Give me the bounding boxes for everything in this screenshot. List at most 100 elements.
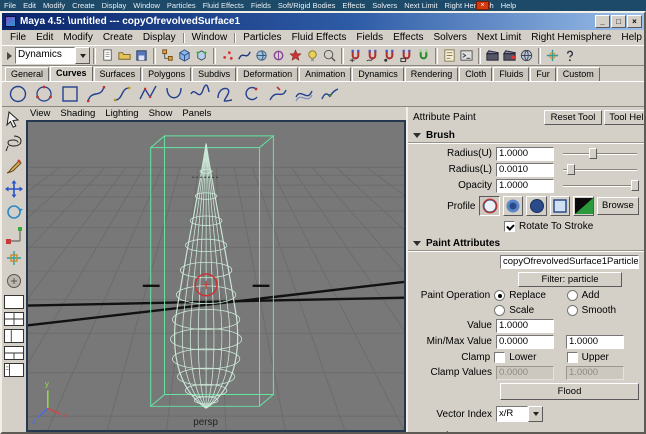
bg-menu-item[interactable]: Create — [72, 1, 95, 10]
mask-dynamics-icon[interactable] — [287, 47, 304, 64]
tool-help-button[interactable]: Tool Help — [604, 110, 644, 125]
radio-icon[interactable] — [566, 304, 578, 316]
paint-attribute-field[interactable]: copyOfrevolvedSurface1ParticleShape.goal… — [500, 255, 639, 269]
bg-menu-item[interactable]: File — [4, 1, 16, 10]
bg-menu-item[interactable]: Edit — [23, 1, 36, 10]
ipr-render-icon[interactable] — [501, 47, 518, 64]
layout-two-pane-button[interactable] — [4, 329, 24, 343]
layout-four-pane-button[interactable] — [4, 312, 24, 326]
scale-tool-icon[interactable] — [3, 224, 25, 246]
shelf-tab-surfaces[interactable]: Surfaces — [93, 67, 142, 81]
paint-op-scale[interactable]: Scale — [494, 304, 566, 316]
menu-display[interactable]: Display — [138, 32, 181, 43]
shelf-tab-curves[interactable]: Curves — [50, 66, 93, 81]
open-scene-icon[interactable] — [116, 47, 133, 64]
cv-curve-tool-icon[interactable] — [84, 82, 108, 106]
bg-menu-item[interactable]: Window — [133, 1, 160, 10]
select-object-icon[interactable] — [176, 47, 193, 64]
checkbox-icon[interactable] — [494, 351, 506, 363]
quick-help-icon[interactable] — [561, 47, 578, 64]
mask-curves-icon[interactable] — [236, 47, 253, 64]
menu-modify[interactable]: Modify — [58, 32, 97, 43]
chevron-down-icon[interactable] — [75, 47, 90, 64]
clamp-upper[interactable]: Upper — [566, 351, 639, 363]
rotate-tool-icon[interactable] — [3, 201, 25, 223]
square-tool-icon[interactable] — [58, 82, 82, 106]
vector-index-dropdown[interactable]: x/R — [496, 406, 543, 422]
filter-particle-button[interactable]: Filter: particle — [518, 271, 622, 287]
bg-menu-item[interactable]: Particles — [167, 1, 196, 10]
last-tool-icon[interactable] — [3, 270, 25, 292]
new-scene-icon[interactable] — [99, 47, 116, 64]
menu-edit[interactable]: Edit — [31, 32, 58, 43]
mask-deformations-icon[interactable] — [270, 47, 287, 64]
menu-right-hemisphere[interactable]: Right Hemisphere — [526, 32, 616, 43]
bg-menu-item[interactable]: Display — [102, 1, 127, 10]
maximize-icon[interactable]: □ — [611, 15, 626, 28]
value-field[interactable]: 1.0000 — [496, 318, 554, 333]
shelf-tab-cloth[interactable]: Cloth — [459, 67, 493, 81]
slider-thumb[interactable] — [588, 147, 597, 159]
mask-surfaces-icon[interactable] — [253, 47, 270, 64]
shelf-tab-fluids[interactable]: Fluids — [493, 67, 530, 81]
menu-create[interactable]: Create — [98, 32, 138, 43]
select-hierarchy-icon[interactable] — [159, 47, 176, 64]
menu-set-dropdown[interactable]: Dynamics — [15, 47, 90, 64]
stroke-section-header[interactable]: Stroke — [408, 430, 644, 432]
menu-solvers[interactable]: Solvers — [428, 32, 471, 43]
detach-curves-tool-icon[interactable] — [318, 82, 342, 106]
construction-history-icon[interactable] — [441, 47, 458, 64]
viewport-menu-view[interactable]: View — [30, 108, 56, 119]
viewport-menu-show[interactable]: Show — [149, 108, 179, 119]
browse-button[interactable]: Browse — [596, 197, 639, 215]
viewport-menu-shading[interactable]: Shading — [60, 108, 101, 119]
paint-op-add[interactable]: Add — [566, 289, 639, 301]
rotate-to-stroke-checkbox[interactable] — [504, 221, 515, 232]
brush-profile-soft[interactable] — [479, 196, 500, 216]
checkbox-icon[interactable] — [566, 351, 578, 363]
menu-help[interactable]: Help — [616, 32, 646, 43]
bg-menu-item[interactable]: Solvers — [372, 1, 397, 10]
bg-menu-item[interactable]: Modify — [43, 1, 65, 10]
bg-menu-item[interactable]: Fluid Effects — [203, 1, 244, 10]
viewport-menu-lighting[interactable]: Lighting — [105, 108, 144, 119]
slider-thumb[interactable] — [631, 179, 640, 191]
snap-point-icon[interactable] — [381, 47, 398, 64]
paint-select-tool-icon[interactable] — [3, 155, 25, 177]
brush-section-header[interactable]: Brush — [408, 129, 644, 143]
mask-rendering-icon[interactable] — [304, 47, 321, 64]
render-globals-icon[interactable] — [518, 47, 535, 64]
shelf-tab-deformation[interactable]: Deformation — [237, 67, 299, 81]
script-editor-icon[interactable] — [458, 47, 475, 64]
close-icon[interactable]: × — [476, 1, 489, 10]
radius-l-field[interactable]: 0.0010 — [496, 162, 554, 177]
radio-icon[interactable] — [566, 289, 578, 301]
menu-fields[interactable]: Fields — [351, 32, 388, 43]
minimize-icon[interactable]: _ — [595, 15, 610, 28]
loop-curve-tool-icon[interactable] — [214, 82, 238, 106]
universal-manipulator-icon[interactable] — [3, 247, 25, 269]
u-curve-tool-icon[interactable] — [162, 82, 186, 106]
shelf-tab-general[interactable]: General — [5, 67, 50, 81]
slider-thumb[interactable] — [566, 163, 575, 175]
brush-profile-file-preview[interactable] — [573, 196, 594, 216]
radio-icon[interactable] — [494, 289, 506, 301]
layout-three-pane-button[interactable] — [4, 346, 24, 360]
opacity-field[interactable]: 1.0000 — [496, 178, 554, 193]
shelf-tab-fur[interactable]: Fur — [530, 67, 556, 81]
layout-single-pane-button[interactable] — [4, 295, 24, 309]
mask-points-icon[interactable] — [219, 47, 236, 64]
radio-icon[interactable] — [494, 304, 506, 316]
min-value-field[interactable]: 0.0000 — [496, 334, 554, 349]
opacity-slider[interactable] — [563, 179, 640, 192]
radius-l-slider[interactable] — [563, 163, 639, 176]
reset-tool-button[interactable]: Reset Tool — [544, 110, 602, 125]
make-live-icon[interactable] — [415, 47, 432, 64]
select-component-icon[interactable] — [193, 47, 210, 64]
chevron-down-icon[interactable] — [528, 406, 543, 422]
attach-curves-tool-icon[interactable] — [292, 82, 316, 106]
shelf-tab-subdivs[interactable]: Subdivs — [192, 67, 237, 81]
save-scene-icon[interactable] — [133, 47, 150, 64]
menu-file[interactable]: File — [5, 32, 31, 43]
lasso-tool-icon[interactable] — [3, 132, 25, 154]
